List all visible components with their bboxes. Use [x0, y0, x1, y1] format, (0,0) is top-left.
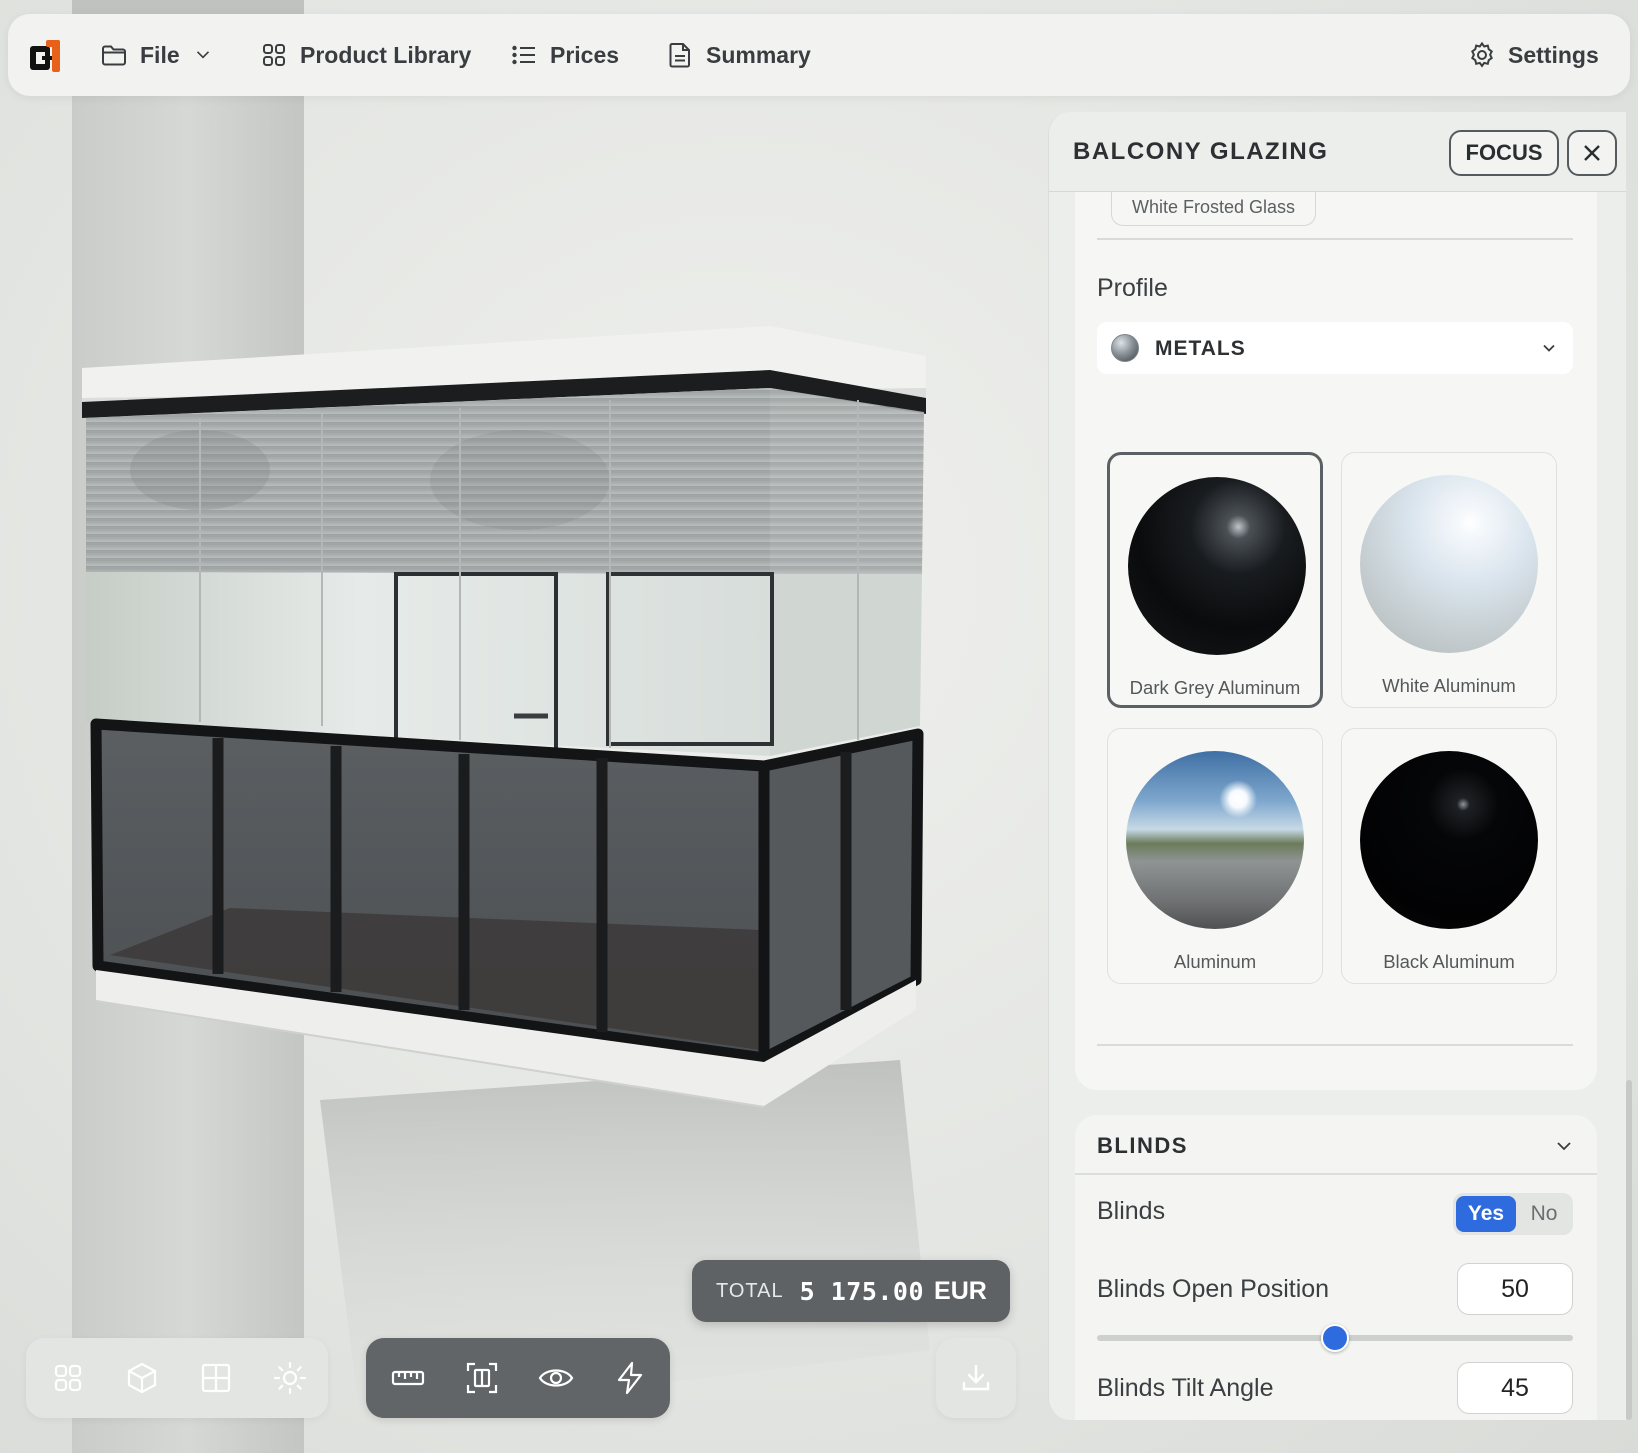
chevron-down-icon [1557, 1142, 1571, 1151]
blinds-label: Blinds [1097, 1197, 1166, 1225]
file-menu-label: File [140, 41, 180, 68]
app-logo[interactable] [28, 36, 68, 76]
material-preview-sphere [1360, 475, 1538, 653]
profile-option-dark-grey-aluminum[interactable]: Dark Grey Aluminum [1107, 452, 1323, 708]
blinds-open-position-slider[interactable] [1097, 1324, 1573, 1352]
chevron-down-icon [1543, 344, 1555, 352]
prices-label: Prices [550, 41, 620, 68]
catalog-view-button[interactable] [46, 1356, 90, 1400]
profile-card: White Frosted Glass Profile METALS Dark … [1075, 190, 1597, 1090]
grid-icon [54, 1364, 82, 1392]
material-family-icon [1111, 334, 1139, 362]
3d-view-button[interactable] [120, 1356, 164, 1400]
material-family-select[interactable]: METALS [1097, 322, 1573, 374]
blinds-section-title: BLINDS [1097, 1133, 1188, 1158]
panel-header: BALCONY GLAZING FOCUS [1049, 112, 1626, 192]
total-label: TOTAL [716, 1279, 784, 1302]
slider-thumb[interactable] [1321, 1324, 1349, 1352]
blinds-card: BLINDS Blinds Yes No Blinds Open Positio… [1075, 1115, 1597, 1420]
visibility-button[interactable] [534, 1356, 578, 1400]
selected-glass-chip[interactable]: White Frosted Glass [1111, 190, 1317, 226]
material-preview-sphere [1128, 477, 1306, 655]
total-value: 5 175.00 [799, 1276, 925, 1306]
frame-icon [466, 1362, 498, 1394]
frame-object-button[interactable] [460, 1356, 504, 1400]
blinds-section-header[interactable]: BLINDS [1075, 1115, 1597, 1175]
settings-label: Settings [1508, 41, 1599, 68]
profile-label: Profile [1097, 274, 1168, 302]
blinds-tilt-angle-label: Blinds Tilt Angle [1097, 1374, 1274, 1402]
panel-scrollbar[interactable] [1626, 1080, 1632, 1420]
grid-icon [263, 44, 285, 66]
profile-option-white-aluminum[interactable]: White Aluminum [1341, 452, 1557, 708]
floorplan-view-button[interactable] [194, 1356, 238, 1400]
chevron-down-icon [196, 51, 209, 59]
eye-icon [538, 1369, 574, 1387]
view-toolbar [26, 1338, 328, 1418]
profile-option-black-aluminum[interactable]: Black Aluminum [1341, 728, 1557, 984]
lightning-icon [617, 1361, 643, 1395]
material-family-value: METALS [1155, 337, 1246, 360]
document-icon [669, 43, 690, 68]
measure-button[interactable] [386, 1356, 430, 1400]
summary-tab[interactable]: Summary [666, 14, 811, 96]
download-icon [962, 1364, 990, 1391]
prices-tab[interactable]: Prices [510, 14, 619, 96]
blinds-yes-option[interactable]: Yes [1456, 1196, 1516, 1232]
folder-icon [102, 45, 126, 66]
blinds-no-option[interactable]: No [1519, 1196, 1569, 1232]
material-preview-sphere [1126, 751, 1304, 929]
list-icon [512, 45, 535, 65]
total-currency: EUR [934, 1276, 987, 1305]
quick-actions-button[interactable] [608, 1356, 652, 1400]
divider [1097, 238, 1573, 240]
tools-toolbar [366, 1338, 670, 1418]
settings-button[interactable]: Settings [1468, 14, 1599, 96]
panel-title: BALCONY GLAZING [1073, 138, 1329, 165]
cube-icon [127, 1362, 157, 1394]
divider [1097, 1044, 1573, 1046]
material-preview-sphere [1360, 751, 1538, 929]
file-menu[interactable]: File [100, 14, 214, 96]
blinds-open-position-input[interactable]: 50 [1457, 1263, 1573, 1315]
profile-option-label: Aluminum [1173, 951, 1257, 972]
profile-option-aluminum[interactable]: Aluminum [1107, 728, 1323, 984]
product-library-label: Product Library [300, 41, 472, 68]
download-button[interactable] [936, 1338, 1016, 1418]
ruler-icon [391, 1370, 425, 1386]
product-library-tab[interactable]: Product Library [260, 14, 471, 96]
profile-option-label: Dark Grey Aluminum [1129, 677, 1301, 698]
close-panel-button[interactable] [1567, 130, 1617, 176]
blinds-open-position-label: Blinds Open Position [1097, 1275, 1330, 1303]
top-navigation-bar: File Product Library Prices Summary Sett… [8, 14, 1630, 96]
floorplan-icon [201, 1363, 231, 1393]
close-icon [1584, 145, 1600, 161]
gear-icon [1471, 41, 1493, 68]
configuration-panel: White Frosted Glass Profile METALS Dark … [1048, 112, 1626, 1420]
lighting-button[interactable] [268, 1356, 312, 1400]
summary-label: Summary [706, 41, 811, 68]
blinds-toggle[interactable]: Yes No [1453, 1193, 1573, 1235]
profile-option-label: Black Aluminum [1383, 951, 1515, 972]
blinds-tilt-angle-input[interactable]: 45 [1457, 1362, 1573, 1414]
total-price-badge: TOTAL 5 175.00 EUR [692, 1260, 1010, 1322]
focus-button[interactable]: FOCUS [1449, 130, 1559, 176]
sun-icon [273, 1361, 307, 1395]
profile-option-label: White Aluminum [1382, 675, 1516, 696]
